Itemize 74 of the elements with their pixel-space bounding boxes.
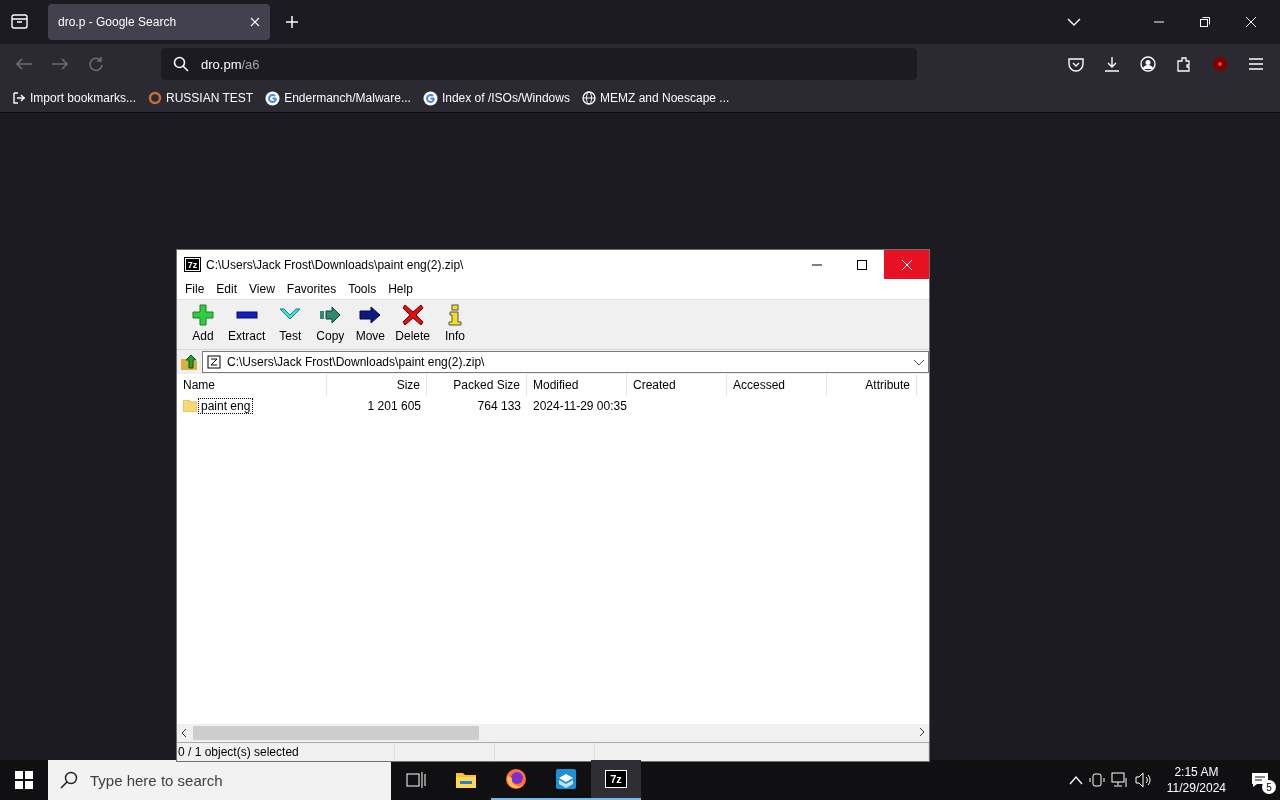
address-bar[interactable]: dro.pm/a6 [161,48,917,80]
column-header[interactable]: Modified [527,374,627,396]
network-icon [1110,772,1129,788]
toolbar-button[interactable]: Info [435,304,476,343]
bookmark-link[interactable]: Import bookmarks... [12,91,137,105]
toolbar-button[interactable]: Delete [390,304,436,343]
google-icon [265,90,281,106]
ring-icon [148,91,163,105]
close-icon [250,17,260,27]
import-icon [12,91,26,105]
minimize-icon [1154,21,1164,23]
firefox-icon [505,768,527,790]
menu-item[interactable]: Help [382,282,419,296]
menu-item[interactable]: Tools [342,282,383,296]
url-text: dro.pm/a6 [201,56,260,72]
scrollbar-thumb[interactable] [193,726,479,740]
column-header[interactable]: Name [177,374,327,396]
volume-icon [1134,772,1153,788]
move-icon [359,304,382,326]
folder-icon [455,771,477,789]
table-cell-text: 2024-11-29 00:35 [532,399,627,413]
table-cell-text: 1 201 605 [366,399,422,413]
column-header[interactable]: Size [327,374,427,396]
window-title: C:\Users\Jack Frost\Downloads\paint eng(2).zip\ [206,257,464,272]
column-header[interactable]: Packed Size [427,374,527,396]
folder-icon [183,400,197,412]
google-icon [422,90,438,106]
dropdown-icon [914,360,924,366]
notifications-button[interactable]: 5 [1240,760,1280,800]
windows-icon [15,771,33,789]
search-icon [173,56,189,72]
archive-icon [207,355,221,369]
app-logo: 7z [185,258,200,271]
menu-item[interactable]: Edit [210,282,244,296]
path-field[interactable]: C:\Users\Jack Frost\Downloads\paint eng(2).zip\ [202,351,929,373]
toolbar-button[interactable]: Add [183,304,223,343]
table-cell-text: 764 133 [476,399,522,413]
bookmark-link[interactable]: Index of /ISOs/Windows [422,90,570,106]
box-app-icon [555,768,577,790]
column-header[interactable]: Created [627,374,727,396]
restore-icon [1200,17,1210,27]
chevron-up-icon [1068,775,1083,785]
delete-icon [401,304,424,326]
column-header[interactable]: Attribute [827,374,917,396]
menu-item[interactable]: File [179,282,211,296]
up-folder-icon [180,353,198,371]
task-view-icon [406,771,426,789]
bookmark-link[interactable]: MEMZ and Noescape ... [581,91,730,105]
menu-item[interactable]: Favorites [280,282,343,296]
notification-count: 5 [1262,780,1276,794]
column-header[interactable]: Accessed [727,374,827,396]
toolbar-button[interactable]: Move [350,304,391,343]
clock[interactable]: 2:15 AM 11/29/2024 [1158,764,1234,796]
file-name[interactable]: paint eng [199,399,253,413]
search-field[interactable]: Type here to search [48,760,391,800]
toolbar-button[interactable]: Test [270,304,311,343]
globe-icon [581,91,596,105]
copy-icon [319,304,342,326]
search-placeholder: Type here to search [90,771,223,789]
search-icon [60,771,78,789]
toolbar-button[interactable]: Extract [223,304,271,343]
close-icon [1246,17,1256,27]
status-text: 0 / 1 object(s) selected [177,743,395,761]
bookmark-link[interactable]: Endermanch/Malware... [265,90,411,106]
device-icon [1088,772,1105,788]
taskbar-app[interactable]: 7z [591,760,641,800]
add-icon [192,304,214,326]
menu-item[interactable]: View [243,282,281,296]
new-tab-icon [285,15,299,29]
bookmark-link[interactable]: RUSSIAN TEST [148,91,254,105]
close-icon [901,259,912,270]
browser-tab[interactable]: dro.p - Google Search [48,4,270,40]
maximize-icon [856,259,867,270]
toolbar-button[interactable]: Copy [310,304,351,343]
